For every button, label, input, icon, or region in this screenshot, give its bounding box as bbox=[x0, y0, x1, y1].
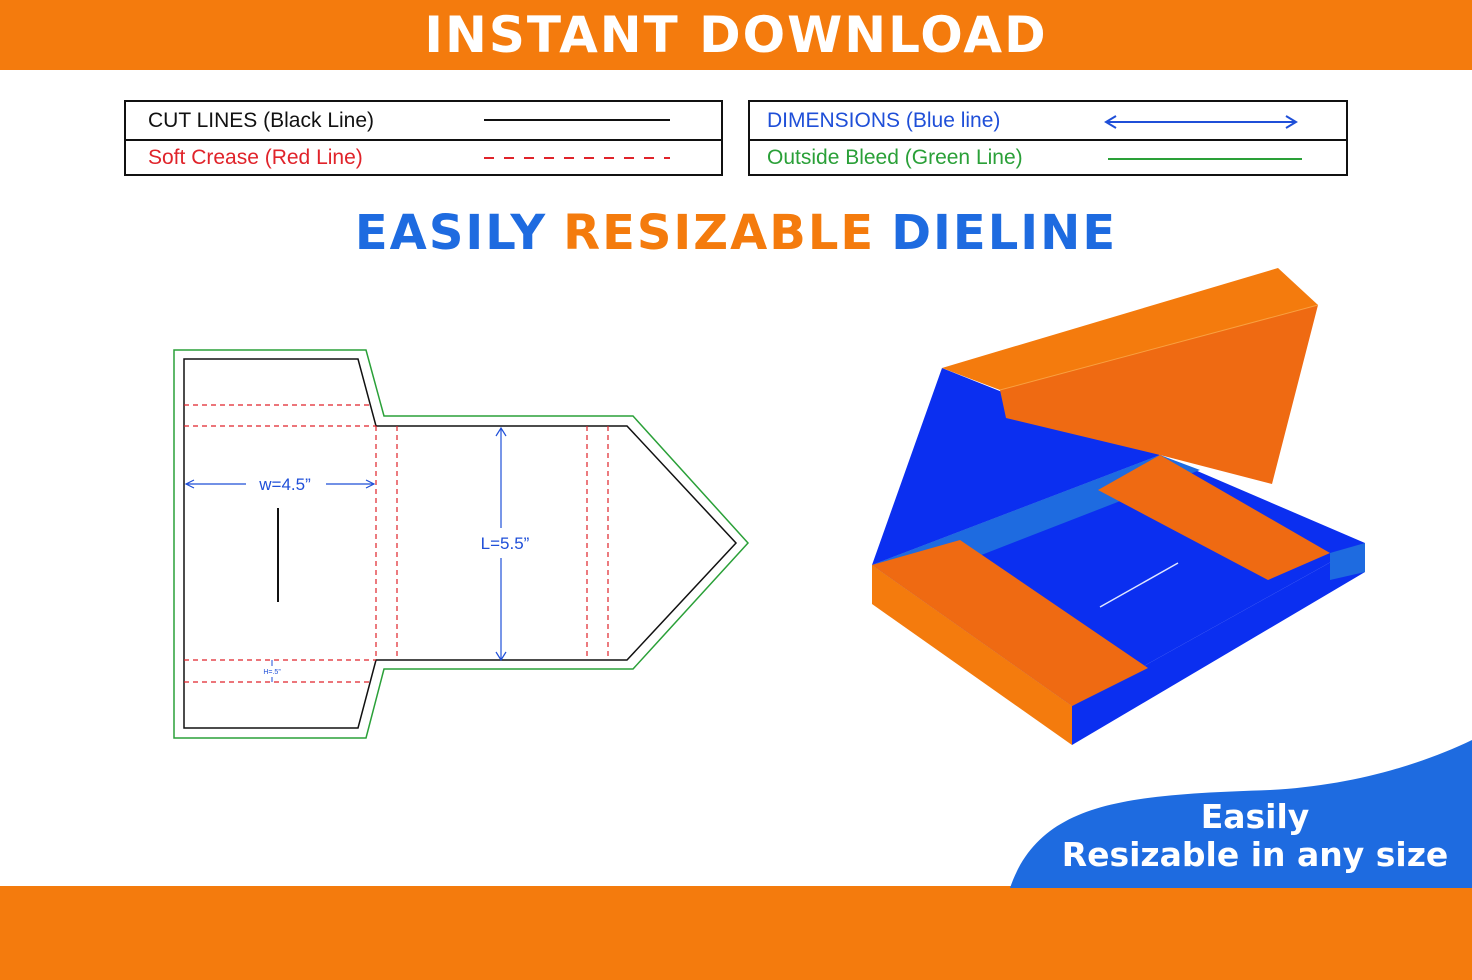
legend-row-crease: Soft Crease (Red Line) bbox=[126, 139, 721, 176]
headline-word-dieline: DIELINE bbox=[891, 205, 1118, 261]
bleed-outline bbox=[173, 349, 750, 739]
legend-dimensions-label: DIMENSIONS (Blue line) bbox=[767, 108, 1001, 132]
dieline-diagram: w=4.5” L=5.5” H=.5” bbox=[173, 349, 750, 739]
dimension-arrow-swatch bbox=[1104, 115, 1298, 129]
badge-line2: Resizable in any size bbox=[1061, 835, 1449, 874]
legend-box-left: CUT LINES (Black Line) Soft Crease (Red … bbox=[124, 100, 723, 176]
crease-lines bbox=[184, 404, 609, 683]
headline-word-resizable: RESIZABLE bbox=[563, 205, 876, 261]
legend-cut-label: CUT LINES (Black Line) bbox=[148, 108, 375, 132]
legend-bleed-label: Outside Bleed (Green Line) bbox=[767, 145, 1023, 169]
height-dimension-label: H=.5” bbox=[263, 669, 281, 676]
headline: EASILY RESIZABLE DIELINE bbox=[0, 205, 1472, 261]
bleed-line-swatch bbox=[1108, 158, 1302, 160]
length-dimension-label: L=5.5” bbox=[481, 534, 530, 553]
width-dimension-label: w=4.5” bbox=[258, 475, 311, 494]
headline-word-easily: EASILY bbox=[354, 205, 548, 261]
resizable-badge: Easily Resizable in any size bbox=[1040, 798, 1470, 874]
cut-line-swatch bbox=[484, 119, 670, 121]
bottom-bar bbox=[0, 886, 1472, 980]
legend-row-bleed: Outside Bleed (Green Line) bbox=[750, 139, 1346, 176]
legend-box-right: DIMENSIONS (Blue line) Outside Bleed (Gr… bbox=[748, 100, 1348, 176]
legend-row-dimensions: DIMENSIONS (Blue line) bbox=[750, 102, 1346, 141]
crease-line-swatch bbox=[484, 157, 670, 159]
banner-title: INSTANT DOWNLOAD bbox=[424, 6, 1048, 64]
box-3d-render bbox=[872, 268, 1365, 745]
legend-row-cut: CUT LINES (Black Line) bbox=[126, 102, 721, 141]
top-banner: INSTANT DOWNLOAD bbox=[0, 0, 1472, 70]
legend-crease-label: Soft Crease (Red Line) bbox=[148, 145, 363, 169]
badge-line1: Easily bbox=[1200, 797, 1310, 836]
